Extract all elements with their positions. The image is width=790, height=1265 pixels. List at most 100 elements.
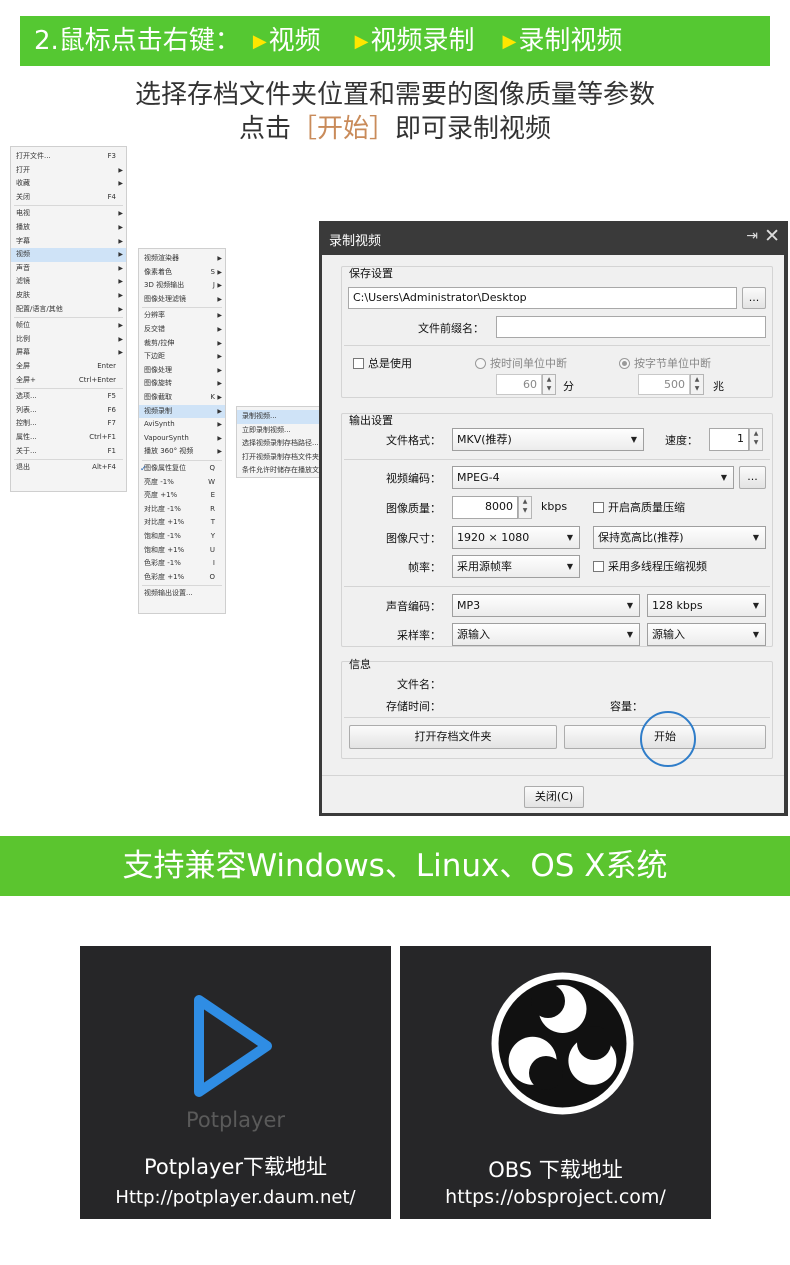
- menu-item-label: 下边距: [144, 352, 165, 361]
- main-menu-item[interactable]: 播放 ▶: [11, 221, 126, 235]
- split-size-spinner[interactable]: ▲ ▼: [690, 374, 704, 395]
- video-menu-item[interactable]: 图像处理 ▶: [139, 364, 225, 378]
- video-menu-item[interactable]: 播放 360° 视频 ▶: [139, 445, 225, 459]
- record-menu-item[interactable]: 打开视频录制存档文件夹...: [237, 451, 326, 465]
- video-menu-item[interactable]: 饱和度 +1% U: [139, 544, 225, 558]
- split-by-size-radio[interactable]: [619, 358, 630, 369]
- image-size-select[interactable]: 1920 × 1080 ▼: [452, 526, 580, 549]
- pin-icon[interactable]: ⇥: [746, 228, 758, 244]
- hq-compress-checkbox[interactable]: [593, 502, 604, 513]
- main-menu-item[interactable]: 列表... F6: [11, 404, 126, 418]
- menu-item-label: 饱和度 -1%: [144, 532, 181, 540]
- record-menu-item[interactable]: 选择视频录制存档路径...: [237, 437, 321, 451]
- video-menu-item[interactable]: 色彩度 -1% I: [139, 557, 225, 571]
- quality-input[interactable]: 8000: [452, 496, 518, 519]
- video-menu-item[interactable]: 视频输出设置...: [139, 587, 225, 601]
- instruction-line-1: 选择存档文件夹位置和需要的图像质量等参数: [134, 80, 655, 110]
- video-menu-item[interactable]: 饱和度 -1% Y: [139, 530, 225, 544]
- instruction-line-2: 点击［开始］即可录制视频: [0, 112, 790, 146]
- video-menu-item[interactable]: VapourSynth ▶: [139, 432, 225, 446]
- video-menu-item[interactable]: 视频录制 ▶: [139, 404, 225, 419]
- always-use-checkbox[interactable]: [353, 358, 364, 369]
- audio-codec-select[interactable]: MP3 ▼: [452, 594, 640, 617]
- potplayer-card[interactable]: Potplayer Potplayer下载地址 Http://potplayer…: [80, 946, 391, 1219]
- aspect-ratio-select[interactable]: 保持宽高比(推荐) ▼: [593, 526, 766, 549]
- main-menu-item[interactable]: 配置/语言/其他 ▶: [11, 303, 126, 317]
- main-menu-item[interactable]: 选项... F5: [11, 390, 126, 404]
- select-value: 128 kbps: [652, 599, 703, 612]
- close-dialog-button[interactable]: 关闭(C): [524, 786, 584, 808]
- main-menu-item[interactable]: 滤镜 ▶: [11, 275, 126, 289]
- audio-bitrate-select[interactable]: 128 kbps ▼: [647, 594, 766, 617]
- video-menu-item[interactable]: 亮度 -1% W: [139, 476, 225, 490]
- main-menu-item[interactable]: 帧位 ▶: [11, 319, 126, 333]
- split-time-spinner[interactable]: ▲ ▼: [542, 374, 556, 395]
- split-by-time-radio[interactable]: [475, 358, 486, 369]
- main-menu-item[interactable]: 字幕 ▶: [11, 235, 126, 249]
- main-menu-item[interactable]: 比例 ▶: [11, 333, 126, 347]
- obs-card[interactable]: OBS 下载地址 https://obsproject.com/: [400, 946, 711, 1219]
- speed-input[interactable]: 1: [709, 428, 749, 451]
- video-menu-item[interactable]: 反交错 ▶: [139, 323, 225, 337]
- file-prefix-input[interactable]: [496, 316, 766, 338]
- video-menu-item[interactable]: 下边距 ▶: [139, 350, 225, 364]
- play-arrow-icon: ▶: [354, 31, 369, 52]
- submenu-arrow-icon: ▶: [118, 278, 123, 286]
- file-format-select[interactable]: MKV(推荐) ▼: [452, 428, 644, 451]
- video-menu-item[interactable]: 图像处理滤镜 ▶: [139, 293, 225, 307]
- main-menu-item[interactable]: 关于... F1: [11, 445, 126, 459]
- main-menu-item[interactable]: 收藏 ▶: [11, 177, 126, 191]
- open-folder-button[interactable]: 打开存档文件夹: [349, 725, 557, 749]
- record-menu-item[interactable]: 立即录制视频...: [237, 424, 321, 438]
- video-menu-item[interactable]: 分辨率 ▶: [139, 309, 225, 323]
- video-menu-item[interactable]: 3D 视频输出 J ▶: [139, 279, 225, 293]
- record-menu-item[interactable]: 条件允许时储存在播放文件夹...: [237, 464, 340, 478]
- record-menu-item[interactable]: 录制视频...: [237, 410, 321, 424]
- submenu-arrow-icon: ▶: [217, 312, 222, 320]
- main-menu-item[interactable]: 打开 ▶: [11, 164, 126, 178]
- video-codec-select[interactable]: MPEG-4 ▼: [452, 466, 734, 489]
- main-menu-item[interactable]: 退出 Alt+F4: [11, 461, 126, 475]
- main-menu-item[interactable]: 视频 ▶: [11, 248, 126, 262]
- submenu-arrow-icon: ▶: [217, 255, 222, 262]
- main-menu-item[interactable]: 屏幕 ▶: [11, 346, 126, 360]
- menu-item-shortcut: Alt+F4: [92, 463, 116, 472]
- video-menu-item[interactable]: ✓ 图像属性复位 Q: [139, 462, 225, 476]
- main-menu-item[interactable]: 全屏+ Ctrl+Enter: [11, 374, 126, 388]
- submenu-arrow-icon: ▶: [118, 166, 123, 174]
- multithread-checkbox[interactable]: [593, 561, 604, 572]
- main-menu-item[interactable]: 打开文件... F3: [11, 150, 126, 164]
- potplayer-url-link[interactable]: Http://potplayer.daum.net/: [80, 1187, 391, 1208]
- video-menu-item[interactable]: 对比度 +1% T: [139, 516, 225, 530]
- speed-spinner[interactable]: ▲ ▼: [749, 428, 763, 451]
- main-menu-item[interactable]: 电视 ▶: [11, 207, 126, 221]
- codec-settings-button[interactable]: ...: [739, 466, 766, 489]
- browse-path-button[interactable]: ...: [742, 287, 766, 309]
- video-menu-item[interactable]: 图像旋转 ▶: [139, 377, 225, 391]
- close-icon[interactable]: ✕: [764, 225, 780, 247]
- video-menu-item[interactable]: AviSynth ▶: [139, 418, 225, 432]
- main-menu-item[interactable]: 声音 ▶: [11, 262, 126, 276]
- video-menu-item[interactable]: 色彩度 +1% O: [139, 571, 225, 585]
- main-menu-item[interactable]: 皮肤 ▶: [11, 289, 126, 303]
- main-menu-item[interactable]: 关闭 F4: [11, 191, 126, 205]
- video-menu-item[interactable]: 像素着色 S ▶: [139, 266, 225, 280]
- obs-url-link[interactable]: https://obsproject.com/: [400, 1186, 711, 1208]
- video-menu-item[interactable]: 对比度 -1% R: [139, 503, 225, 517]
- video-menu-item[interactable]: 图像截取 K ▶: [139, 391, 225, 405]
- main-menu-item[interactable]: 属性... Ctrl+F1: [11, 431, 126, 445]
- video-menu-item[interactable]: 视频渲染器 ▶: [139, 252, 225, 266]
- save-path-input[interactable]: C:\Users\Administrator\Desktop: [348, 287, 737, 309]
- play-arrow-icon: ▶: [502, 31, 517, 52]
- video-menu-item[interactable]: 裁剪/拉伸 ▶: [139, 337, 225, 351]
- audio-channel-select[interactable]: 源输入 ▼: [647, 623, 766, 646]
- sample-rate-select[interactable]: 源输入 ▼: [452, 623, 640, 646]
- main-menu-item[interactable]: 全屏 Enter: [11, 360, 126, 374]
- main-menu-item[interactable]: 控制... F7: [11, 417, 126, 431]
- quality-spinner[interactable]: ▲ ▼: [518, 496, 532, 519]
- potplayer-download-title: Potplayer下载地址: [143, 1155, 327, 1179]
- frame-rate-select[interactable]: 采用源帧率 ▼: [452, 555, 580, 578]
- split-size-input[interactable]: 500: [638, 374, 690, 395]
- video-menu-item[interactable]: 亮度 +1% E: [139, 489, 225, 503]
- split-time-input[interactable]: 60: [496, 374, 542, 395]
